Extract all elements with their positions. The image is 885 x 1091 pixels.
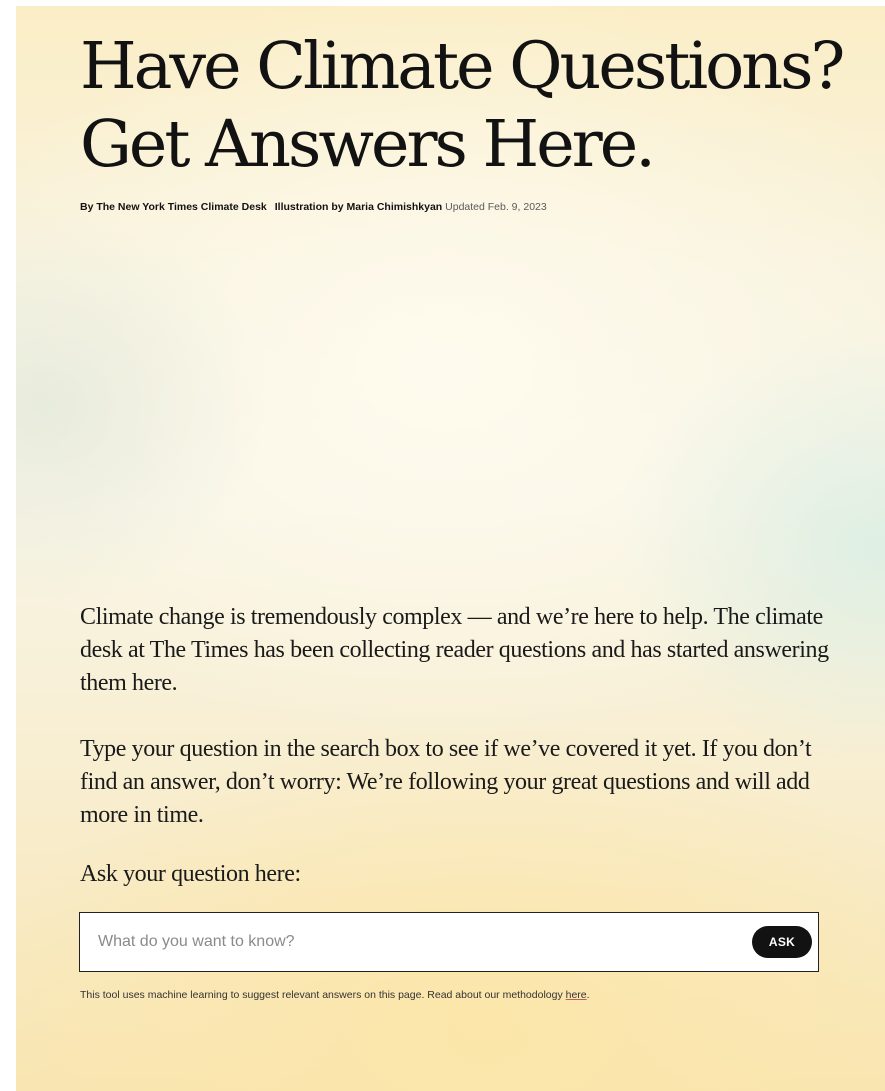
byline-authors: By The New York Times Climate Desk [80,201,267,213]
headline: Have Climate Questions? Get Answers Here… [80,28,845,184]
byline-updated-date: Updated Feb. 9, 2023 [445,201,547,213]
ask-button[interactable]: ASK [752,926,812,958]
page: Have Climate Questions? Get Answers Here… [0,0,885,1091]
question-input[interactable] [98,927,718,957]
headline-line-2: Get Answers Here. [80,107,656,182]
question-search-box: ASK [79,912,819,972]
disclaimer-text: This tool uses machine learning to sugge… [80,989,566,1001]
machine-learning-disclaimer: This tool uses machine learning to sugge… [80,988,590,1002]
methodology-link[interactable]: here [566,989,587,1001]
intro-paragraph: Climate change is tremendously complex —… [80,604,829,696]
instructions-paragraph: Type your question in the search box to … [80,736,812,828]
byline-illustration: Illustration by Maria Chimishkyan [274,201,443,213]
byline: By The New York Times Climate Desk Illust… [80,199,547,215]
disclaimer-end: . [586,989,590,1001]
headline-line-1: Have Climate Questions? [80,29,845,104]
ask-label: Ask your question here: [80,861,301,887]
